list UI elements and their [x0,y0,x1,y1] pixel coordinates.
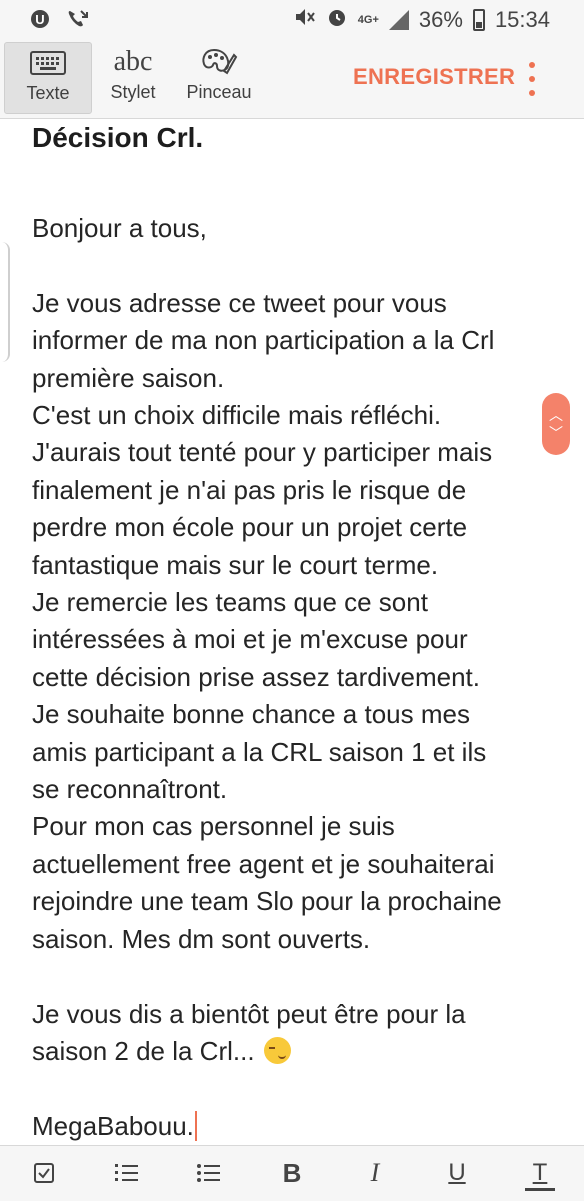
checkbox-button[interactable] [29,1158,59,1188]
bold-button[interactable]: B [277,1158,307,1188]
mode-stylet-label: Stylet [110,82,156,102]
note-line-blank [32,1070,562,1107]
note-line: amis participant a la CRL saison 1 et il… [32,736,487,767]
alarm-icon [326,6,348,34]
text-format-button[interactable]: T [525,1158,555,1191]
svg-text:U: U [35,12,44,27]
more-vertical-icon [529,62,535,68]
signature-text: MegaBabouu. [32,1110,194,1141]
note-line: fantastique mais sur le court terme. [32,549,439,580]
note-editor[interactable]: Décision Crl. Bonjour a tous, Je vous ad… [32,118,562,1145]
note-line: C'est un choix difficile mais réfléchi. [32,400,442,431]
note-line: Je souhaite bonne chance a tous mes [32,699,470,730]
mode-brush-button[interactable]: Pinceau [176,42,262,112]
note-line: perdre mon école pour un projet certe [32,512,468,543]
note-line: Pour mon cas personnel je suis [32,811,395,842]
save-button[interactable]: ENREGISTRER [353,64,515,90]
keyboard-icon [30,51,66,75]
mode-text-button[interactable]: Texte [4,42,92,114]
note-body[interactable]: Bonjour a tous, Je vous adresse ce tweet… [32,210,562,1145]
note-line: informer de ma non participation a la Cr… [32,325,495,356]
clock: 15:34 [494,7,550,32]
note-line: Bonjour a tous, [32,213,207,243]
text-cursor [194,1110,197,1141]
note-line-signature: MegaBabouu. [32,1108,562,1145]
palette-icon [202,48,238,75]
signal-icon [388,10,409,30]
numbered-list-icon [115,1164,138,1181]
mode-text-label: Texte [26,83,70,103]
more-options-button[interactable] [522,62,542,96]
note-line: Je vous dis a bientôt peut être pour la [32,998,466,1029]
note-line-blank [32,958,562,995]
bulleted-list-icon [197,1164,220,1182]
chevron-down-icon: ﹀ [549,425,563,441]
edge-panel-handle[interactable] [0,242,10,362]
network-type: 4G+ [357,14,379,26]
battery-percent: 36% [418,7,463,32]
mode-brush-label: Pinceau [186,82,252,102]
status-bar: U 4G+ 36% 15:34 [0,0,584,40]
missed-call-icon [66,8,90,35]
chevron-up-icon: ︿ [549,407,563,423]
note-line-text: saison 2 de la Crl... [32,1035,262,1066]
italic-button[interactable]: I [360,1158,390,1188]
battery-icon [472,9,485,31]
handwriting-abc-icon: abc [113,46,153,77]
note-line: Je vous adresse ce tweet pour vous [32,287,447,318]
checkbox-icon [34,1163,54,1183]
editor-toolbar: Texte abc Stylet Pinceau ENREGISTRER [0,40,584,119]
numbered-list-button[interactable] [112,1158,142,1188]
note-line-blank [32,247,562,284]
note-line: première saison. [32,362,225,393]
bulleted-list-button[interactable] [194,1158,224,1188]
note-line: finalement je n'ai pas pris le risque de [32,474,467,505]
app-notification-icon: U [30,9,50,34]
note-line: cette décision prise assez tardivement. [32,661,480,692]
fast-scroll-handle[interactable]: ︿ ﹀ [542,393,570,455]
note-line: saison. Mes dm sont ouverts. [32,923,371,954]
note-line: rejoindre une team Slo pour la prochaine [32,886,502,917]
smirking-face-icon [263,1036,291,1064]
mute-icon [294,7,316,33]
mode-stylet-button[interactable]: abc Stylet [90,42,176,112]
format-bar: B I U T [0,1145,584,1201]
note-title[interactable]: Décision Crl. [32,118,562,158]
note-line: se reconnaîtront. [32,774,228,805]
note-line: actuellement free agent et je souhaitera… [32,848,495,879]
note-line: J'aurais tout tenté pour y participer ma… [32,437,493,468]
note-line: Je remercie les teams que ce sont [32,587,428,618]
note-line-with-emoji: saison 2 de la Crl... [32,1033,562,1070]
underline-button[interactable]: U [442,1158,472,1188]
note-line: intéressées à moi et je m'excuse pour [32,624,468,655]
